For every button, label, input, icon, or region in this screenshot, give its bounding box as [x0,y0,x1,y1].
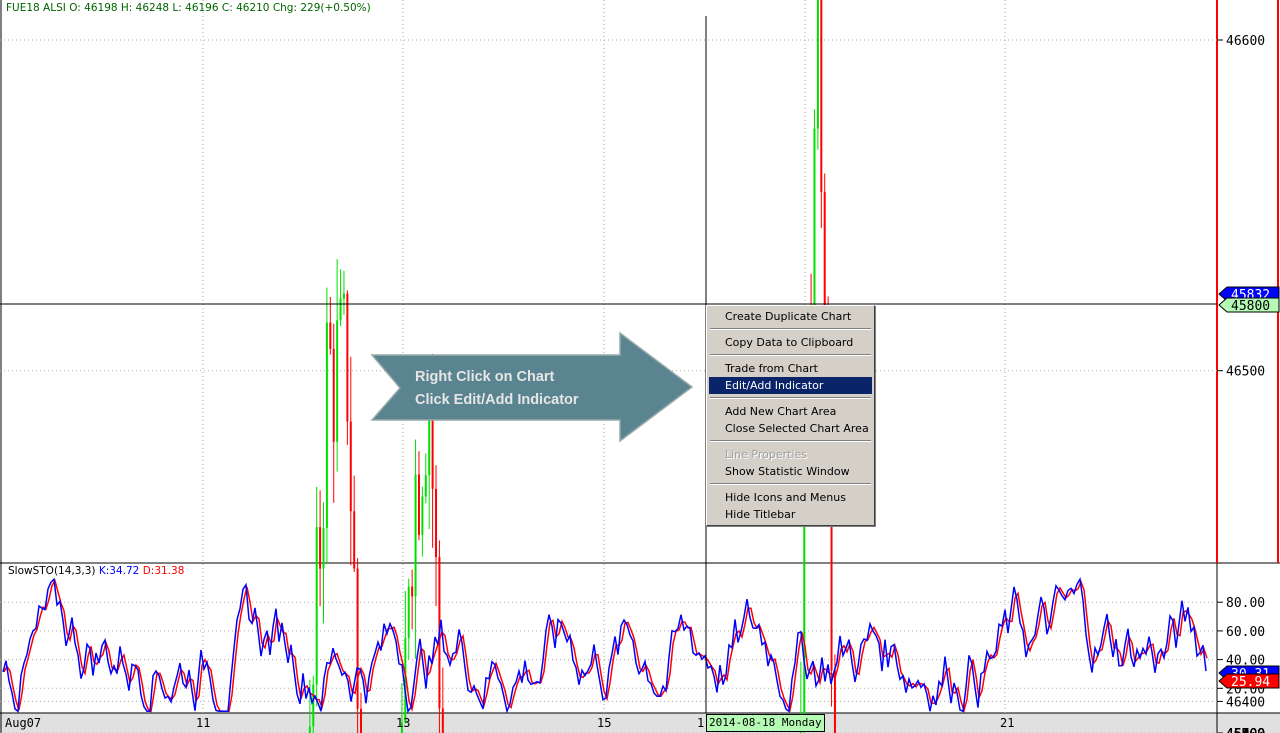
candle-body [325,322,328,529]
candle-body [322,528,325,569]
candle-body [329,322,332,349]
annotation-line2: Click Edit/Add Indicator [415,392,579,408]
chart-title: FUE18 ALSI O: 46198 H: 46248 L: 46196 C:… [6,2,371,14]
time-label: 1 [697,716,704,730]
time-axis [0,713,1280,733]
candle-body [353,511,356,569]
candle-body [342,293,345,299]
candle-body [833,670,836,733]
candle-body [319,527,322,569]
sto-tick-label: 80.00 [1226,596,1265,611]
time-label: 11 [196,716,210,730]
menu-item-show-statistic-window[interactable]: Show Statistic Window [709,463,872,480]
menu-item-copy-data-to-clipboard[interactable]: Copy Data to Clipboard [709,334,872,351]
menu-item-close-selected-chart-area[interactable]: Close Selected Chart Area [709,420,872,437]
menu-item-hide-icons-and-menus[interactable]: Hide Icons and Menus [709,489,872,506]
price-tick-label: 46500 [1226,365,1265,380]
symbol: FUE18 ALSI [6,2,66,14]
candle-body [417,474,420,535]
menu-item-trade-from-chart[interactable]: Trade from Chart [709,360,872,377]
candle-body [339,298,342,321]
cursor-price-tag-text: 45800 [1231,299,1270,314]
time-cursor-label: 2014-08-18 Monday [706,714,825,732]
candle-body [315,527,318,685]
menu-separator [710,354,871,356]
candle-body [349,421,352,512]
candle-body [346,293,349,422]
candle-body [424,475,427,497]
candle-body [356,568,359,709]
menu-separator [710,440,871,442]
price-chart[interactable]: 4510045200453004540045500456004570045800… [0,0,1280,733]
time-label: Aug07 [5,716,41,730]
price-tick-label: 46600 [1226,34,1265,49]
chart-window: 4510045200453004540045500456004570045800… [0,0,1280,733]
candle-body [312,684,315,727]
candle-body [820,0,823,192]
time-label: 13 [396,716,410,730]
sto-tick-label: 60.00 [1226,625,1265,640]
candle-body [421,496,424,535]
d-value: D:31.38 [142,565,185,577]
menu-separator [710,397,871,399]
price-tick-label: 46300 [1226,727,1265,733]
candle-body [336,320,339,442]
menu-item-hide-titlebar[interactable]: Hide Titlebar [709,506,872,523]
candle-body [414,474,417,597]
indicator-title: SlowSTO(14,3,3) K:34.72 D:31.38 [8,565,184,577]
candle-body [435,488,438,558]
ohlc-quote: O: 46198 H: 46248 L: 46196 C: 46210 Chg:… [69,2,371,14]
menu-item-edit-add-indicator[interactable]: Edit/Add Indicator [709,377,872,394]
time-label: 15 [597,716,611,730]
menu-item-create-duplicate-chart[interactable]: Create Duplicate Chart [709,308,872,325]
indicator-name: SlowSTO(14,3,3) [8,565,96,577]
candle-body [332,348,335,442]
candle-body [308,726,311,733]
annotation-text: Right Click on Chart Click Edit/Add Indic… [415,366,579,412]
price-tick-label: 46400 [1226,695,1265,710]
k-value: K:34.72 [98,565,140,577]
menu-separator [710,483,871,485]
d-value-tag-text: 25.94 [1231,675,1270,690]
menu-item-add-new-chart-area[interactable]: Add New Chart Area [709,403,872,420]
annotation-line1: Right Click on Chart [415,369,555,385]
menu-item-line-properties: Line Properties [725,448,808,461]
candle-body [411,586,414,597]
candle-body [816,0,819,129]
candle-body [407,586,410,638]
candle-body [441,708,444,733]
candle-body [360,708,363,733]
context-menu: Create Duplicate Chart Copy Data to Clipb… [706,305,875,526]
time-label: 21 [1000,716,1014,730]
menu-separator [710,328,871,330]
